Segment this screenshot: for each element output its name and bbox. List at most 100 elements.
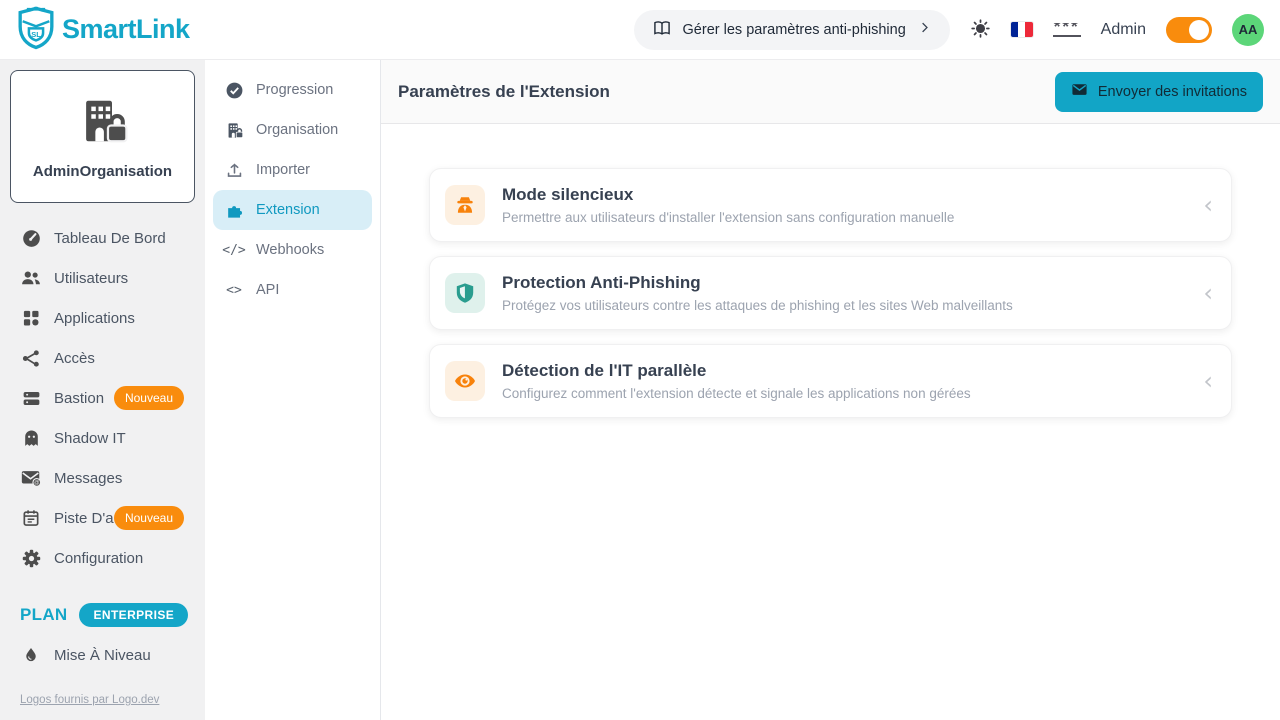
sidebar-item-label: Utilisateurs <box>54 270 128 287</box>
svg-text:@: @ <box>34 480 39 486</box>
subnav-item-label: Webhooks <box>256 242 324 258</box>
droplet-icon <box>20 644 42 666</box>
angle-brackets-icon: <> <box>224 280 244 300</box>
send-invitations-button[interactable]: Envoyer des invitations <box>1055 72 1263 112</box>
sidebar-item-label: Tableau De Bord <box>54 230 166 247</box>
sidebar-item-label: Applications <box>54 310 135 327</box>
language-flag-button[interactable] <box>1011 16 1033 44</box>
app-window: SL SmartLink Gérer les paramètres anti-p… <box>0 0 1280 720</box>
svg-text:SL: SL <box>31 30 41 39</box>
gear-icon <box>20 547 42 569</box>
card-mode-silencieux[interactable]: Mode silencieux Permettre aux utilisateu… <box>429 168 1232 242</box>
plan-row: PLAN ENTERPRISE <box>10 595 195 635</box>
card-title: Détection de l'IT parallèle <box>502 361 1203 381</box>
sidebar-item-label: Messages <box>54 470 122 487</box>
admin-mode-toggle[interactable] <box>1166 17 1212 43</box>
server-icon <box>20 387 42 409</box>
theme-toggle-button[interactable] <box>970 16 991 44</box>
subnav-item-organisation[interactable]: Organisation <box>213 110 372 150</box>
puzzle-icon <box>224 200 244 220</box>
card-protection-anti-phishing[interactable]: Protection Anti-Phishing Protégez vos ut… <box>429 256 1232 330</box>
users-icon <box>20 267 42 289</box>
subnav-item-importer[interactable]: Importer <box>213 150 372 190</box>
code-slash-icon: </> <box>224 240 244 260</box>
sidebar-item-acces[interactable]: Accès <box>10 338 195 378</box>
card-title: Mode silencieux <box>502 185 1203 205</box>
nouveau-badge: Nouveau <box>114 386 184 410</box>
sidebar-item-label: Shadow IT <box>54 430 126 447</box>
sidebar-item-messages[interactable]: @ Messages <box>10 458 195 498</box>
subnav-item-label: Importer <box>256 162 310 178</box>
toggle-knob <box>1189 20 1209 40</box>
header-actions: Gérer les paramètres anti-phishing <box>634 10 1264 50</box>
settings-card-list: Mode silencieux Permettre aux utilisateu… <box>381 124 1280 720</box>
check-circle-icon <box>224 80 244 100</box>
envelope-icon <box>1071 81 1088 102</box>
organization-name: AdminOrganisation <box>33 163 172 180</box>
sidebar-item-applications[interactable]: Applications <box>10 298 195 338</box>
sidebar-item-configuration[interactable]: Configuration <box>10 538 195 578</box>
admin-label: Admin <box>1101 21 1146 39</box>
subnav-item-extension[interactable]: Extension <box>213 190 372 230</box>
logo-credit-link[interactable]: Logos fournis par Logo.dev <box>20 694 159 706</box>
plan-enterprise-badge[interactable]: ENTERPRISE <box>79 603 188 627</box>
sidebar-item-piste-audit[interactable]: Piste D'audit Nouveau <box>10 498 195 538</box>
nouveau-badge: Nouveau <box>114 506 184 530</box>
subnav-item-progression[interactable]: Progression <box>213 70 372 110</box>
secondary-sidebar: Progression Organisation <box>205 60 381 720</box>
manage-anti-phishing-button[interactable]: Gérer les paramètres anti-phishing <box>634 10 950 50</box>
chevron-left-icon: ‹ <box>1203 193 1213 217</box>
subnav-item-label: Organisation <box>256 122 338 138</box>
chevron-left-icon: ‹ <box>1203 281 1213 305</box>
mail-at-icon: @ <box>20 467 42 489</box>
sidebar-item-bastion[interactable]: Bastion Nouveau <box>10 378 195 418</box>
sidebar-item-tableau-de-bord[interactable]: Tableau De Bord <box>10 218 195 258</box>
organization-card[interactable]: AdminOrganisation <box>10 70 195 203</box>
top-header: SL SmartLink Gérer les paramètres anti-p… <box>0 0 1280 60</box>
sidebar-item-label: Mise À Niveau <box>54 647 151 664</box>
main-header: Paramètres de l'Extension Envoyer des in… <box>381 60 1280 124</box>
smartlink-logo[interactable]: SL SmartLink <box>16 5 190 55</box>
building-lock-icon <box>74 94 132 153</box>
manage-anti-phishing-label: Gérer les paramètres anti-phishing <box>683 22 906 38</box>
subnav-item-webhooks[interactable]: </> Webhooks <box>213 230 372 270</box>
spy-icon <box>445 185 485 225</box>
building-lock-icon <box>224 120 244 140</box>
card-title: Protection Anti-Phishing <box>502 273 1203 293</box>
sun-icon <box>970 18 991 42</box>
sidebar-item-mise-a-niveau[interactable]: Mise À Niveau <box>10 635 195 675</box>
open-book-icon <box>652 18 672 42</box>
subnav-item-label: Progression <box>256 82 333 98</box>
sidebar-item-label: Accès <box>54 350 95 367</box>
sidebar-item-label: Configuration <box>54 550 143 567</box>
sidebar-item-label: Bastion <box>54 390 104 407</box>
main-panel: Paramètres de l'Extension Envoyer des in… <box>381 60 1280 720</box>
card-description: Configurez comment l'extension détecte e… <box>502 386 1203 401</box>
upload-icon <box>224 160 244 180</box>
grid-icon <box>20 307 42 329</box>
shield-sl-logo-icon: SL <box>16 5 56 55</box>
chevron-left-icon: ‹ <box>1203 369 1213 393</box>
page-title: Paramètres de l'Extension <box>398 82 610 102</box>
primary-sidebar: AdminOrganisation Tableau De Bord <box>0 60 205 720</box>
french-flag-icon <box>1011 22 1033 37</box>
card-description: Protégez vos utilisateurs contre les att… <box>502 298 1203 313</box>
eye-icon <box>445 361 485 401</box>
subnav-item-label: Extension <box>256 202 320 218</box>
sidebar-item-utilisateurs[interactable]: Utilisateurs <box>10 258 195 298</box>
subnav-item-api[interactable]: <> API <box>213 270 372 310</box>
share-icon <box>20 347 42 369</box>
brand-name: SmartLink <box>62 14 190 45</box>
password-menu-button[interactable]: *** <box>1053 16 1081 44</box>
user-avatar[interactable]: AA <box>1232 14 1264 46</box>
calendar-icon <box>20 507 42 529</box>
send-invitations-label: Envoyer des invitations <box>1098 84 1247 100</box>
card-detection-it-parallele[interactable]: Détection de l'IT parallèle Configurez c… <box>429 344 1232 418</box>
asterisks-icon: *** <box>1053 23 1081 37</box>
sidebar-nav: Tableau De Bord Utilisateurs <box>10 218 195 578</box>
ghost-icon <box>20 427 42 449</box>
plan-label: PLAN <box>20 605 67 625</box>
subnav-item-label: API <box>256 282 279 298</box>
chevron-right-icon <box>917 20 932 39</box>
sidebar-item-shadow-it[interactable]: Shadow IT <box>10 418 195 458</box>
